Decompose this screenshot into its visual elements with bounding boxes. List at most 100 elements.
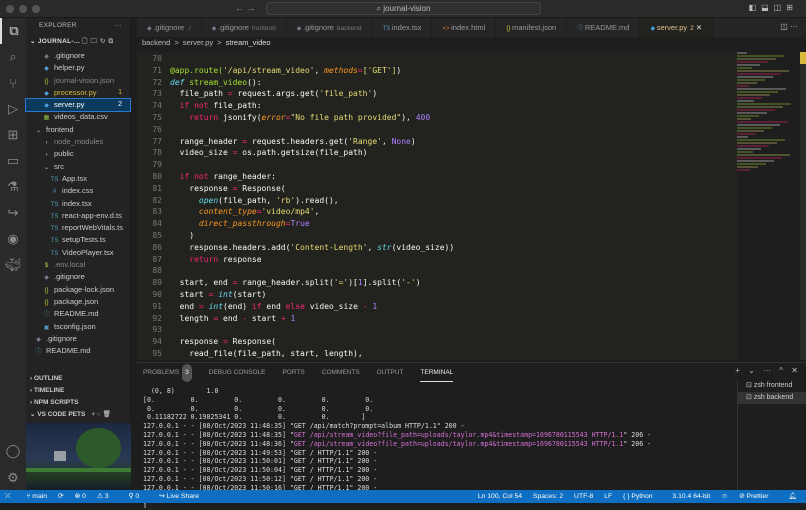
code-line[interactable]: 85 ) [137,230,737,242]
breadcrumb-item[interactable]: stream_video [226,38,271,47]
back-icon[interactable]: ← [235,3,244,13]
split-editor-icon[interactable]: ◫ [780,22,788,31]
problems-indicator[interactable]: ⊗ 0 ⚠ 3 [75,493,118,500]
maximize-panel-icon[interactable]: ^ [779,366,783,375]
tab-gitignore-[interactable]: ◆ .gitignore ./ [137,18,202,37]
run-debug-icon[interactable]: ▷ [0,96,26,122]
tree-item[interactable]: ◆ .gitignore [26,271,130,283]
tree-item[interactable]: ◆ .gitignore [26,50,130,62]
code-line[interactable]: 74 if not file_path: [137,100,737,112]
window-controls[interactable] [6,5,45,15]
github-icon[interactable]: ◉ [0,226,26,252]
encoding[interactable]: UTF-8 [574,493,593,500]
layout-controls[interactable]: ◧⬓◫⊞ [749,3,798,12]
code-line[interactable]: 92 length = end - start + 1 [137,313,737,325]
minimap[interactable] [737,52,799,182]
tree-item[interactable]: ◆ server.py 2 [25,98,131,113]
more-icon[interactable]: ··· [763,366,771,375]
code-line[interactable]: 77 range_header = request.headers.get('R… [137,136,737,148]
new-terminal-icon[interactable]: + [735,366,740,375]
breadcrumb-item[interactable]: server.py [183,38,213,47]
breadcrumb-item[interactable]: backend [142,38,170,47]
tree-item[interactable]: ▦ videos_data.csv [26,111,130,123]
remote-explorer-icon[interactable]: ▭ [0,148,26,174]
pet-sprite[interactable] [54,451,66,461]
tree-item[interactable]: TS reportWebVitals.ts [26,222,130,234]
pets-actions[interactable]: + ○ 🗑︎ [91,411,111,418]
code-line[interactable]: 94 response = Response( [137,336,737,348]
tree-item[interactable]: ⓘ README.md [26,308,130,320]
tree-item[interactable]: ⌄ frontend [26,124,130,136]
feedback-icon[interactable]: ☺ [721,493,728,500]
tab-ports[interactable]: PORTS [282,364,304,382]
tree-item[interactable]: › node_modules [26,136,130,148]
sidebar-section[interactable]: › TIMELINE [26,385,131,397]
code-line[interactable]: 78 video_size = os.path.getsize(file_pat… [137,147,737,159]
tab-indextsx[interactable]: TS index.tsx [372,18,433,37]
code-line[interactable]: 83 content_type='video/mp4', [137,206,737,218]
forward-icon[interactable]: → [247,3,256,13]
tree-item[interactable]: TS VideoPlayer.tsx [26,247,130,259]
customize-layout-icon[interactable]: ⊞ [786,3,798,12]
notifications-icon[interactable]: 🔔︎ [788,493,797,500]
tab-READMEmd[interactable]: ⓘ README.md [567,18,641,37]
tab-problems[interactable]: PROBLEMS 3 [143,364,192,382]
code-line[interactable]: 95 read_file(file_path, start, length), [137,348,737,360]
toggle-sidebar-icon[interactable]: ◧ [749,3,762,12]
tree-item[interactable]: ◆ processor.py 1 [26,87,130,99]
code-line[interactable]: 71 @app.route('/api/stream_video', method… [137,65,737,77]
close-tab-icon[interactable]: ✕ [694,23,702,32]
code-line[interactable]: 70 [137,53,737,65]
live-share-icon[interactable]: ↪ [0,200,26,226]
remote-icon[interactable]: ⤫ [0,493,15,500]
tree-item[interactable]: ◆ .gitignore [26,333,130,345]
source-control-icon[interactable]: ⑂ [0,70,26,96]
files-icon[interactable]: ⧉ [0,18,26,44]
tree-item[interactable]: {} journal-vision.json [26,75,130,87]
code-line[interactable]: 75 return jsonify(error="No file path pr… [137,112,737,124]
tree-item[interactable]: # index.css [26,185,130,197]
vs-code-pets-view[interactable] [26,423,131,490]
toggle-panel-icon[interactable]: ⬓ [761,3,774,12]
tree-item[interactable]: TS react-app-env.d.ts [26,210,130,222]
editor-actions[interactable]: ◫ ··· [780,22,798,31]
sidebar-section[interactable]: › NPM SCRIPTS [26,397,131,409]
tab-indexhtml[interactable]: <> index.html [432,18,497,37]
code-line[interactable]: 84 direct_passthrough=True [137,218,737,230]
testing-icon[interactable]: ⚗ [0,174,26,200]
tab-comments[interactable]: COMMENTS [322,364,360,382]
code-line[interactable]: 82 open(file_path, 'rb').read(), [137,195,737,207]
code-editor[interactable]: 70 71 @app.route('/api/stream_video', meth… [137,52,737,360]
code-line[interactable]: 72 def stream_video(): [137,77,737,89]
code-line[interactable]: 91 end = int(end) if end else video_size… [137,301,737,313]
toggle-secondary-icon[interactable]: ◫ [774,3,787,12]
ports-indicator[interactable]: ⚲ 0 [128,493,148,500]
command-center-search[interactable]: ⌕ journal-vision [266,2,541,15]
terminal-dropdown-icon[interactable]: ⌄ [748,366,755,375]
terminal-instance[interactable]: ⊡ zsh backend [738,392,806,404]
code-line[interactable]: 89 start, end = range_header.split('=')[… [137,277,737,289]
accounts-icon[interactable]: ◯ [0,438,26,464]
tab-gitignore-frontend[interactable]: ◆ .gitignore frontend [202,18,287,37]
more-actions-icon[interactable]: ··· [115,18,122,34]
cursor-position[interactable]: Ln 100, Col 54 [478,493,522,500]
live-share-button[interactable]: ↪ Live Share [159,493,208,500]
sidebar-section[interactable]: › OUTLINE [26,373,131,385]
project-root[interactable]: ⌄ JOURNAL-... 🗋🗀↻⧉ [26,34,130,50]
tab-output[interactable]: OUTPUT [377,364,404,382]
extensions-icon[interactable]: ⊞ [0,122,26,148]
python-interpreter[interactable]: 3.10.4 64-bit [672,493,710,500]
code-line[interactable]: 90 start = int(start) [137,289,737,301]
close-panel-icon[interactable]: ✕ [791,366,798,375]
language-mode[interactable]: { } Python [623,493,662,500]
tab-manifestjson[interactable]: {} manifest.json [496,18,568,37]
tree-item[interactable]: ⌄ src [26,161,130,173]
terminal-instance[interactable]: ⊡ zsh frontend [738,380,806,392]
nav-arrows[interactable]: ← → [235,3,256,13]
line-ending[interactable]: LF [604,493,612,500]
tree-item[interactable]: › public [26,148,130,160]
tree-item[interactable]: TS setupTests.ts [26,234,130,246]
tree-item[interactable]: TS index.tsx [26,198,130,210]
panel-actions[interactable]: + ⌄ ··· ^ ✕ [735,366,798,375]
tree-item[interactable]: TS App.tsx [26,173,130,185]
